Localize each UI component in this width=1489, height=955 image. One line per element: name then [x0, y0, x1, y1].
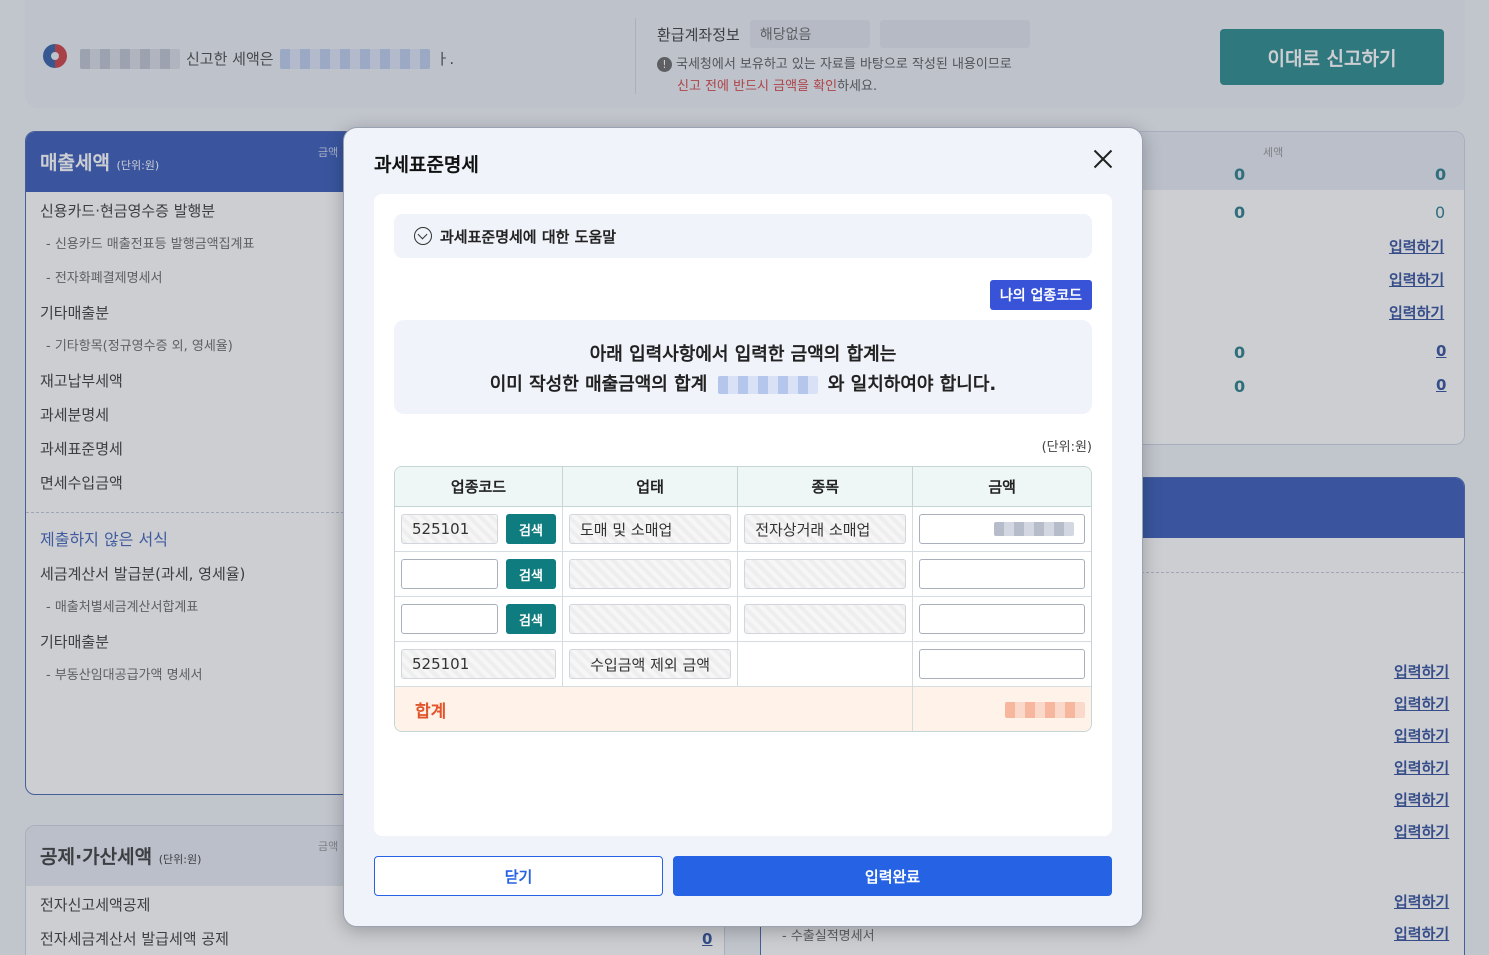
total-label: 합계: [415, 701, 447, 722]
business-type-field: [569, 604, 732, 634]
masked-sales-total: [717, 376, 818, 394]
modal-body: 과세표준명세에 대한 도움말 나의 업종코드 아래 입력사항에서 입력한 금액의…: [374, 194, 1112, 836]
notice-line2: 이미 작성한 매출금액의 합계 와 일치하여야 합니다.: [394, 370, 1092, 400]
column-header-code: 업종코드: [395, 467, 563, 507]
column-header-amount: 금액: [913, 467, 1091, 507]
my-business-code-button[interactable]: 나의 업종코드: [989, 280, 1092, 310]
notice-line2-post: 와 일치하여야 합니다.: [827, 374, 997, 395]
empty-item-cell: [738, 642, 914, 687]
business-type-field: 도매 및 소매업: [569, 514, 732, 544]
modal-footer: 닫기 입력완료: [374, 856, 1112, 896]
search-button[interactable]: 검색: [506, 604, 556, 634]
amount-input[interactable]: [919, 559, 1085, 589]
table-row: 검색: [395, 597, 1091, 642]
unit-label: (단위:원): [1041, 440, 1092, 455]
close-icon[interactable]: [1090, 146, 1116, 172]
table-row: 검색: [395, 552, 1091, 597]
close-button[interactable]: 닫기: [374, 856, 663, 896]
table-row: 525101 수입금액 제외 금액: [395, 642, 1091, 687]
business-item-field: 전자상거래 소매업: [744, 514, 907, 544]
chevron-down-icon: [414, 227, 432, 245]
total-row: 합계: [395, 687, 1091, 731]
business-code-field: 525101: [401, 649, 556, 679]
tax-base-table: 업종코드 업태 종목 금액 525101 검색 도매 및 소매업 전자상거래 소…: [394, 466, 1092, 732]
modal-title: 과세표준명세: [374, 154, 479, 176]
help-toggle[interactable]: 과세표준명세에 대한 도움말: [394, 214, 1092, 258]
search-button[interactable]: 검색: [506, 559, 556, 589]
business-item-field: [744, 604, 907, 634]
amount-input[interactable]: [919, 604, 1085, 634]
notice-line2-pre: 이미 작성한 매출금액의 합계: [489, 374, 708, 395]
masked-total-amount: [1005, 701, 1085, 718]
notice-line1: 아래 입력사항에서 입력한 금액의 합계는: [589, 344, 897, 365]
help-label: 과세표준명세에 대한 도움말: [440, 227, 617, 246]
table-row: 525101 검색 도매 및 소매업 전자상거래 소매업: [395, 507, 1091, 552]
masked-amount: [994, 522, 1074, 536]
tax-base-modal: 과세표준명세 과세표준명세에 대한 도움말 나의 업종코드 아래 입력사항에서 …: [343, 127, 1143, 927]
amount-input[interactable]: [919, 649, 1085, 679]
sum-notice: 아래 입력사항에서 입력한 금액의 합계는 이미 작성한 매출금액의 합계 와 …: [394, 320, 1092, 414]
amount-input[interactable]: [919, 514, 1085, 544]
search-button[interactable]: 검색: [506, 514, 556, 544]
business-item-field: [744, 559, 907, 589]
business-type-field: [569, 559, 732, 589]
business-code-field: 525101: [401, 514, 498, 544]
confirm-button[interactable]: 입력완료: [673, 856, 1112, 896]
business-type-field: 수입금액 제외 금액: [569, 649, 732, 679]
table-header-row: 업종코드 업태 종목 금액: [395, 467, 1091, 507]
column-header-biz-type: 업태: [563, 467, 739, 507]
column-header-item: 종목: [738, 467, 914, 507]
business-code-input[interactable]: [401, 559, 498, 589]
business-code-input[interactable]: [401, 604, 498, 634]
